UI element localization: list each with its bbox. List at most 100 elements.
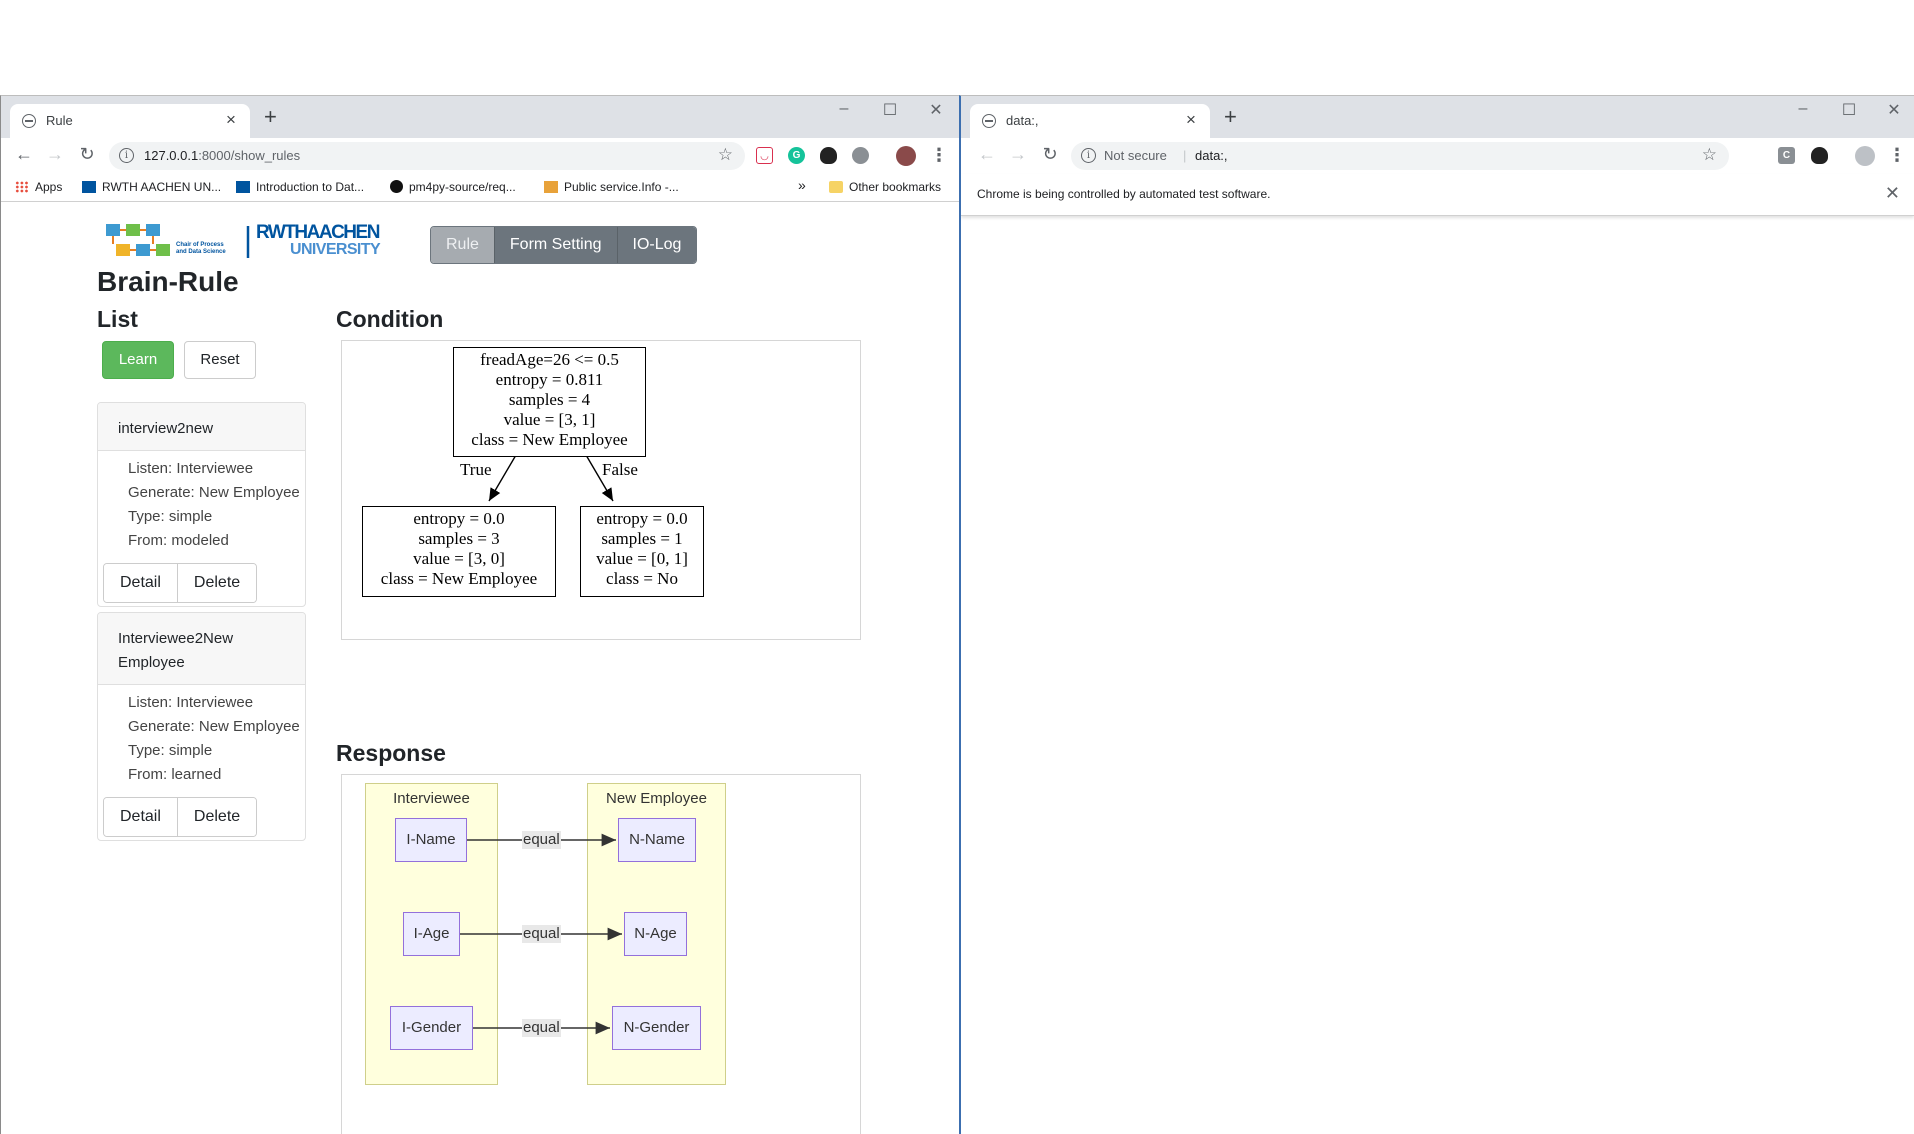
rule-generate: Generate: New Employee — [128, 718, 300, 735]
rule-generate: Generate: New Employee — [128, 484, 300, 501]
forward-icon[interactable]: → — [1007, 144, 1029, 165]
rule-type: Type: simple — [128, 742, 213, 759]
node-line: entropy = 0.0 — [596, 509, 688, 528]
rule-actions: Detail Delete — [103, 563, 258, 603]
logo-university-text: UNIVERSITY — [290, 241, 381, 258]
menu-kebab-icon[interactable]: ⋮ — [930, 145, 948, 165]
bookmark-apps[interactable]: Apps — [15, 180, 62, 194]
logo-subtitle: Chair of Process and Data Science — [176, 242, 226, 255]
window-close-icon[interactable]: ✕ — [1884, 100, 1904, 120]
bookmarks-overflow-icon[interactable]: » — [798, 177, 806, 193]
profile-avatar[interactable] — [896, 146, 916, 166]
automation-infobar: Chrome is being controlled by automated … — [961, 174, 1914, 216]
rule-listen: Listen: Interviewee — [128, 460, 254, 477]
grammarly-extension-icon[interactable]: G — [788, 147, 805, 164]
true-edge-label: True — [460, 460, 492, 479]
rule-title: Interviewee2New Employee — [98, 613, 305, 685]
bookmark-star-icon[interactable]: ☆ — [1702, 145, 1717, 165]
hat-extension-icon[interactable] — [820, 147, 837, 164]
nav-rule-button[interactable]: Rule — [431, 227, 495, 263]
bookmark-intro-data[interactable]: Introduction to Dat... — [236, 180, 364, 194]
other-bookmarks[interactable]: Other bookmarks — [829, 180, 941, 194]
tab-close-icon[interactable]: × — [222, 110, 240, 130]
bookmarks-bar: Apps RWTH AACHEN UN... Introduction to D… — [1, 174, 959, 202]
target-node: N-Name — [618, 818, 696, 862]
learn-button[interactable]: Learn — [102, 341, 174, 379]
tab-rule[interactable]: Rule × — [10, 104, 250, 138]
source-node: I-Age — [403, 912, 460, 956]
maximize-icon[interactable]: ☐ — [880, 100, 900, 120]
node-line: entropy = 0.0 — [413, 509, 505, 528]
rule-card: interview2new Listen: Interviewee Genera… — [97, 402, 306, 607]
rule-from: From: modeled — [128, 532, 229, 549]
rule-details: Listen: Interviewee Generate: New Employ… — [98, 685, 305, 787]
pocket-extension-icon[interactable]: ◡ — [756, 147, 773, 164]
cloud-extension-icon[interactable] — [852, 147, 869, 164]
reload-icon[interactable]: ↻ — [1039, 144, 1061, 165]
url-text: 127.0.0.1:8000/show_rules — [144, 148, 301, 163]
nav-io-log-button[interactable]: IO-Log — [617, 227, 697, 263]
tree-right-node: entropy = 0.0 samples = 1 value = [0, 1]… — [580, 506, 704, 597]
browser-toolbar: ← → ↻ i Not secure | data:, ☆ C ⋮ — [961, 138, 1914, 174]
pads-rwth-logo[interactable]: Chair of Process and Data Science RWTHAAC… — [104, 222, 400, 262]
security-label: Not secure — [1104, 148, 1167, 163]
info-icon[interactable]: i — [1081, 148, 1096, 163]
profile-avatar[interactable] — [1855, 146, 1875, 166]
nav-form-setting-button[interactable]: Form Setting — [494, 227, 618, 263]
node-line: samples = 4 — [508, 390, 591, 409]
globe-icon — [22, 114, 36, 128]
infobar-close-icon[interactable]: ✕ — [1885, 183, 1900, 204]
right-browser-window: data:, × + – ☐ ✕ ← → ↻ i Not secure | da… — [959, 95, 1914, 1134]
c-extension-icon[interactable]: C — [1778, 147, 1795, 164]
tab-data[interactable]: data:, × — [970, 104, 1210, 138]
bookmark-rwth[interactable]: RWTH AACHEN UN... — [82, 180, 221, 194]
tab-close-icon[interactable]: × — [1182, 110, 1200, 130]
left-browser-window: Rule × + – ☐ ✕ ← → ↻ i 127.0.0.1:8000/sh… — [0, 95, 959, 1134]
maximize-icon[interactable]: ☐ — [1839, 100, 1859, 120]
bookmark-star-icon[interactable]: ☆ — [718, 145, 733, 165]
bookmark-public-service[interactable]: Public service.Info -... — [544, 180, 679, 194]
bookmark-pm4py[interactable]: pm4py-source/req... — [390, 180, 516, 194]
hat-extension-icon[interactable] — [1811, 147, 1828, 164]
node-line: entropy = 0.811 — [495, 370, 604, 389]
minimize-icon[interactable]: – — [834, 100, 854, 118]
relation-label: equal — [522, 831, 561, 849]
tab-strip: Rule × + – ☐ ✕ — [1, 96, 959, 138]
menu-kebab-icon[interactable]: ⋮ — [1888, 145, 1906, 165]
minimize-icon[interactable]: – — [1793, 100, 1813, 118]
rule-type: Type: simple — [128, 508, 213, 525]
github-icon — [390, 180, 403, 193]
new-tab-icon[interactable]: + — [264, 106, 277, 128]
tree-left-node: entropy = 0.0 samples = 3 value = [3, 0]… — [362, 506, 556, 597]
reset-button[interactable]: Reset — [184, 341, 256, 379]
info-icon[interactable]: i — [119, 148, 134, 163]
tree-root-node: freadAge=26 <= 0.5 entropy = 0.811 sampl… — [453, 347, 646, 457]
page-content: Chair of Process and Data Science RWTHAAC… — [1, 202, 959, 1134]
reload-icon[interactable]: ↻ — [76, 144, 98, 165]
detail-button[interactable]: Detail — [104, 564, 178, 602]
main-nav: Rule Form Setting IO-Log — [430, 226, 698, 264]
address-bar[interactable]: i 127.0.0.1:8000/show_rules ☆ — [109, 142, 745, 170]
node-line: samples = 1 — [601, 529, 683, 548]
forward-icon[interactable]: → — [44, 144, 66, 165]
window-close-icon[interactable]: ✕ — [926, 100, 946, 120]
delete-button[interactable]: Delete — [177, 564, 257, 602]
node-line: class = No — [606, 569, 678, 588]
rwth-favicon-icon — [82, 181, 96, 193]
address-bar[interactable]: i Not secure | data:, ☆ — [1071, 142, 1729, 170]
condition-panel: freadAge=26 <= 0.5 entropy = 0.811 sampl… — [341, 340, 861, 640]
back-icon[interactable]: ← — [13, 144, 35, 165]
delete-button[interactable]: Delete — [177, 798, 257, 836]
rule-from: From: learned — [128, 766, 222, 783]
page-title: Brain-Rule — [97, 266, 239, 297]
url-text: data:, — [1195, 148, 1228, 163]
folder-icon — [829, 181, 843, 193]
back-icon[interactable]: ← — [976, 144, 998, 165]
rule-details: Listen: Interviewee Generate: New Employ… — [98, 451, 305, 553]
node-line: freadAge=26 <= 0.5 — [480, 350, 619, 369]
globe-icon — [982, 114, 996, 128]
rule-card: Interviewee2New Employee Listen: Intervi… — [97, 612, 306, 841]
new-tab-icon[interactable]: + — [1224, 106, 1237, 128]
node-line: value = [0, 1] — [596, 549, 688, 568]
detail-button[interactable]: Detail — [104, 798, 178, 836]
